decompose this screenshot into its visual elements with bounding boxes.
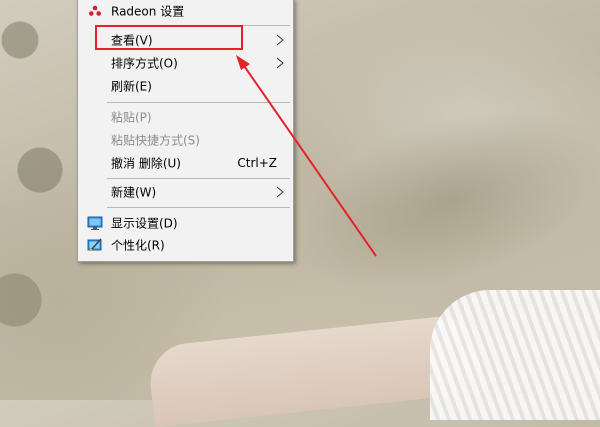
wallpaper-cloth	[430, 290, 600, 420]
chevron-right-icon	[276, 57, 284, 69]
chevron-right-icon	[276, 34, 284, 46]
menu-item-personalize[interactable]: 个性化(R)	[78, 234, 293, 256]
menu-item-paste-shortcut: 粘贴快捷方式(S)	[78, 129, 293, 151]
menu-item-display-settings[interactable]: 显示设置(D)	[78, 212, 293, 234]
menu-item-sort-by[interactable]: 排序方式(O)	[78, 52, 293, 74]
menu-item-shortcut: Ctrl+Z	[237, 156, 277, 170]
menu-item-radeon-settings[interactable]: Radeon 设置	[78, 0, 293, 22]
chevron-right-icon	[276, 186, 284, 198]
menu-item-label: 个性化(R)	[111, 238, 165, 253]
menu-separator	[107, 207, 290, 208]
annotation-highlight-box	[95, 25, 243, 50]
menu-separator	[107, 178, 290, 179]
menu-item-label: 新建(W)	[111, 185, 157, 200]
menu-separator	[107, 102, 290, 103]
menu-item-undo-delete[interactable]: 撤消 删除(U) Ctrl+Z	[78, 152, 293, 174]
menu-item-label: 撤消 删除(U)	[111, 156, 181, 171]
menu-item-paste: 粘贴(P)	[78, 106, 293, 128]
menu-item-refresh[interactable]: 刷新(E)	[78, 75, 293, 97]
menu-item-label: 显示设置(D)	[111, 216, 178, 231]
display-settings-icon	[87, 216, 103, 230]
wallpaper-foliage	[0, 0, 80, 400]
menu-item-label: 排序方式(O)	[111, 56, 178, 71]
menu-item-label: 刷新(E)	[111, 79, 152, 94]
menu-item-new[interactable]: 新建(W)	[78, 181, 293, 203]
menu-item-label: Radeon 设置	[111, 4, 185, 19]
radeon-icon	[89, 5, 101, 16]
menu-item-label: 粘贴快捷方式(S)	[111, 133, 200, 148]
personalize-icon	[87, 238, 102, 252]
wallpaper-shadow	[273, 74, 600, 326]
menu-item-label: 粘贴(P)	[111, 110, 152, 125]
